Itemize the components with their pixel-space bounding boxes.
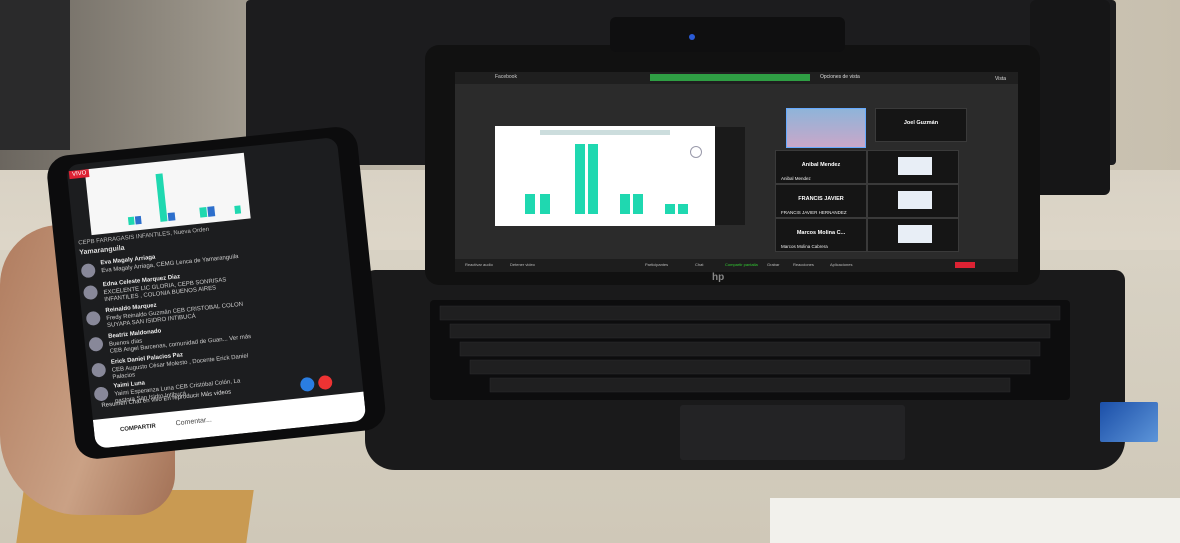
view-button[interactable]: Vista [995, 76, 1006, 82]
avatar [93, 386, 109, 402]
participant-label: Marcos Molina Cabrera [781, 244, 828, 249]
participant-name: FRANCIS JAVIER [798, 196, 844, 202]
right-monitor [1030, 0, 1110, 195]
paper-sheet [770, 498, 1180, 543]
chart-bar [678, 204, 688, 214]
chart-bar [127, 216, 135, 226]
participant-label: FRANCIS JAVIER HERNANDEZ [781, 210, 847, 215]
participant-tile: Marcos Molina C... Marcos Molina Cabrera [775, 218, 867, 252]
chart-bar [207, 206, 216, 217]
leave-button[interactable] [955, 262, 975, 268]
chart-bar [620, 194, 630, 214]
phone-video-frame [84, 152, 251, 236]
apps-button[interactable]: Aplicaciones [830, 262, 852, 267]
logo-icon [690, 146, 702, 158]
participant-tile [867, 218, 959, 252]
participant-name: Joel Guzmán [903, 120, 939, 126]
participant-name: Anibal Mendez [801, 162, 841, 168]
facebook-label[interactable]: Facebook [495, 74, 517, 80]
trackpad [680, 405, 905, 460]
live-banner [650, 74, 810, 81]
participant-thumbnail [898, 191, 932, 209]
participant-tile: Joel Guzmán [875, 108, 967, 142]
like-icon[interactable] [299, 376, 316, 393]
chart-bar [234, 205, 242, 215]
comment-text: Palacios [112, 372, 136, 381]
webcam-led [689, 34, 695, 40]
intel-sticker [1100, 402, 1158, 442]
avatar [82, 284, 99, 301]
share-screen-button[interactable]: Compartir pantalla [725, 262, 758, 267]
chart-bar [633, 194, 643, 214]
chart-bar [155, 173, 168, 222]
smartphone: VIVO CEPB FARRAGASIS INFANTILES, Nueva O… [45, 124, 388, 461]
phone-screen: VIVO CEPB FARRAGASIS INFANTILES, Nueva O… [66, 136, 367, 449]
zoom-meeting-window: Facebook Opciones de vista Vista Joel Gu… [455, 72, 1018, 272]
participant-thumbnail [898, 157, 932, 175]
chart-bar [167, 212, 176, 222]
zoom-toolbar: Reactivar audio Detener video Participan… [455, 259, 1018, 272]
comment-input[interactable]: Comentar... [175, 417, 212, 428]
participant-label: Anibal Mendez [781, 176, 811, 181]
participant-tile: Anibal Mendez Anibal Mendez [775, 150, 867, 184]
avatar [80, 262, 96, 279]
chart-bar [134, 215, 142, 225]
keys-pattern [439, 305, 1061, 393]
participant-thumbnail [898, 225, 932, 243]
love-icon[interactable] [317, 374, 333, 391]
chart-bar [588, 144, 598, 214]
avatar [91, 362, 107, 378]
chart-bar [540, 194, 550, 214]
zoom-top-bar: Facebook Opciones de vista Vista [455, 72, 1018, 84]
shared-chart-title [540, 130, 670, 135]
stop-video-button[interactable]: Detener video [510, 262, 535, 267]
active-speaker-video [786, 108, 866, 148]
view-options[interactable]: Opciones de vista [820, 74, 860, 80]
video-location: Yamaranguila [78, 244, 126, 257]
participant-tile [867, 150, 959, 184]
record-button[interactable]: Grabar [767, 262, 779, 267]
external-webcam [610, 17, 845, 52]
participant-tile [867, 184, 959, 218]
photo-scene: hp Facebook Opciones de vista Vista Joel… [0, 0, 1180, 543]
participant-name: Marcos Molina C... [796, 230, 846, 236]
share-side-strip [715, 127, 745, 225]
participant-tile: FRANCIS JAVIER FRANCIS JAVIER HERNANDEZ [775, 184, 867, 218]
avatar [85, 310, 101, 327]
share-button[interactable]: COMPARTIR [120, 423, 156, 433]
shared-screen [495, 126, 715, 226]
hp-logo: hp [712, 272, 725, 283]
chat-button[interactable]: Chat [695, 262, 703, 267]
reactions-button[interactable]: Reacciones [793, 262, 814, 267]
participants-button[interactable]: Participantes [645, 262, 668, 267]
chart-bar [525, 194, 535, 214]
laptop-keyboard [430, 300, 1070, 400]
chart-bar [575, 144, 585, 214]
chart-bar [199, 206, 208, 218]
avatar [88, 336, 104, 352]
shelf [0, 0, 70, 150]
unmute-button[interactable]: Reactivar audio [465, 262, 493, 267]
chart-bar [665, 204, 675, 214]
